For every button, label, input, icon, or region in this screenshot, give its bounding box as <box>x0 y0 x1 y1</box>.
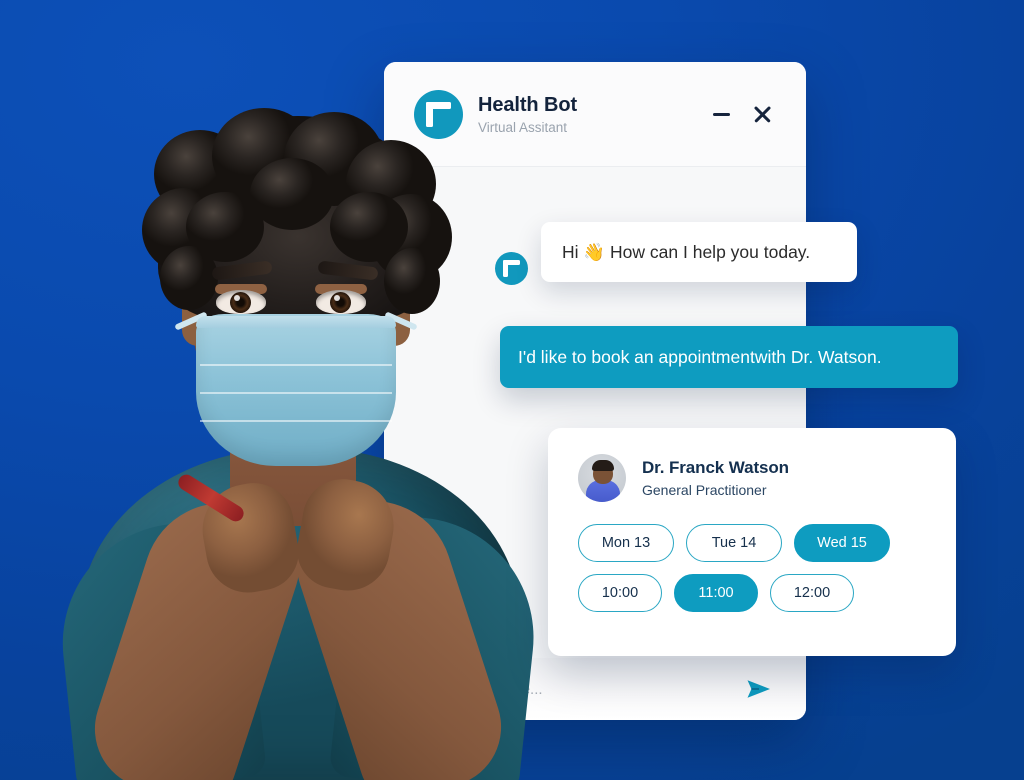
doctor-meta: Dr. Franck Watson General Practitioner <box>642 458 789 498</box>
send-icon[interactable] <box>742 674 776 704</box>
bot-subtitle: Virtual Assitant <box>478 119 568 135</box>
date-chip-tue-14[interactable]: Tue 14 <box>686 524 782 562</box>
screenshot-stage: Health Bot Virtual Assitant Type a messa… <box>0 0 1024 780</box>
time-chip-1200[interactable]: 12:00 <box>770 574 854 612</box>
medical-plus-icon <box>495 252 528 285</box>
doctor-header: Dr. Franck Watson General Practitioner <box>578 454 926 502</box>
close-icon[interactable] <box>752 104 772 124</box>
medical-plus-icon <box>414 89 463 139</box>
time-chip-1000[interactable]: 10:00 <box>578 574 662 612</box>
user-message-bubble: I'd like to book an appointmentwith Dr. … <box>500 326 958 388</box>
chat-header: Health Bot Virtual Assitant <box>384 62 806 167</box>
message-input[interactable] <box>418 679 742 699</box>
window-controls <box>713 104 772 124</box>
header-text-block: Health Bot Virtual Assitant <box>478 94 713 135</box>
doctor-booking-card: Dr. Franck Watson General Practitioner M… <box>548 428 956 656</box>
date-chip-wed-15[interactable]: Wed 15 <box>794 524 890 562</box>
time-chip-1100[interactable]: 11:00 <box>674 574 758 612</box>
minimize-icon[interactable] <box>713 112 730 116</box>
doctor-specialty: General Practitioner <box>642 482 767 498</box>
page-title: Health Bot <box>478 93 578 116</box>
chat-composer <box>384 658 806 720</box>
bot-message-bubble: Hi 👋 How can I help you today. <box>541 222 857 282</box>
doctor-name: Dr. Franck Watson <box>642 458 789 477</box>
date-chip-mon-13[interactable]: Mon 13 <box>578 524 674 562</box>
date-chip-row: Mon 13 Tue 14 Wed 15 <box>578 524 926 562</box>
time-chip-row: 10:00 11:00 12:00 <box>578 574 926 612</box>
avatar <box>578 454 626 502</box>
